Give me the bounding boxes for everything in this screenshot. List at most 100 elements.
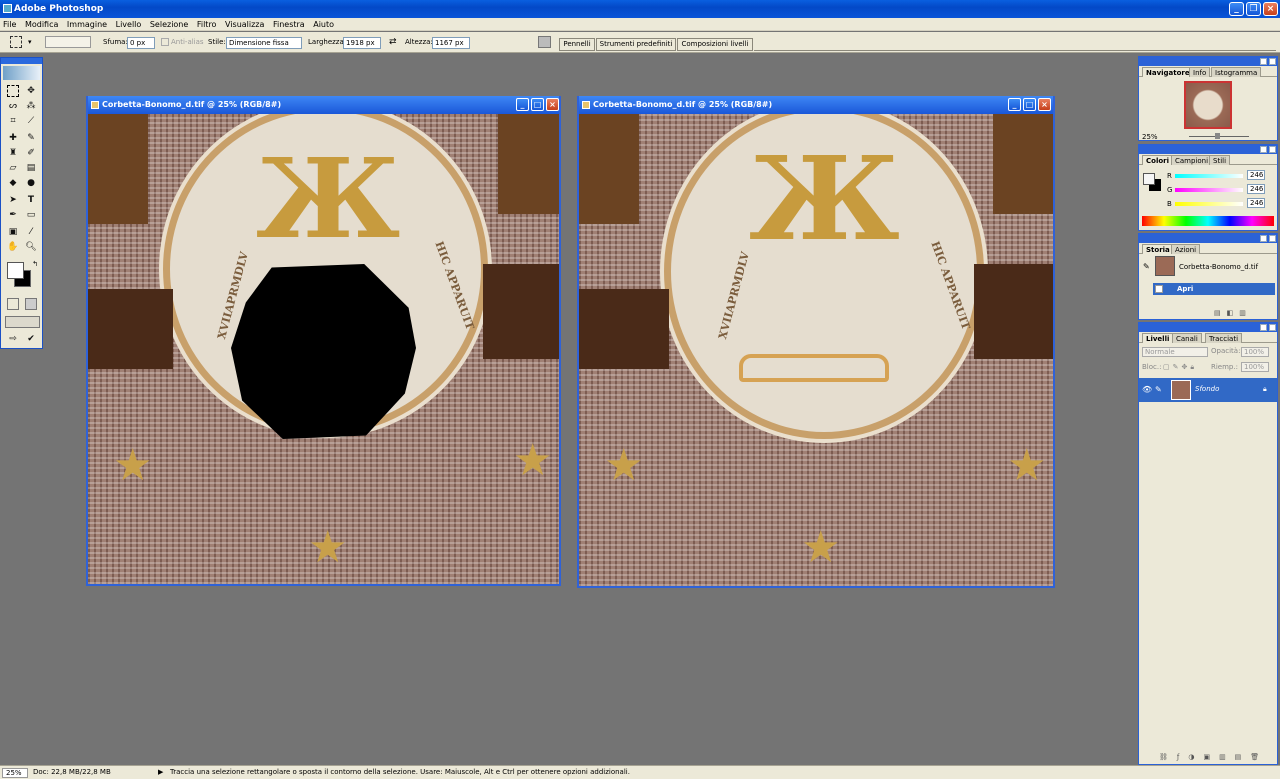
history-footer-icons[interactable]: ▤◧▥ [1214,309,1276,317]
doc-maximize-icon[interactable]: □ [1023,98,1036,111]
panel-minimize-icon[interactable] [1260,58,1267,65]
dodge-tool-icon[interactable]: ● [25,177,37,189]
tab-storia[interactable]: Storia [1142,244,1174,254]
clone-stamp-icon[interactable]: ♜ [7,147,19,159]
eraser-tool-icon[interactable]: ▱ [7,162,19,174]
swap-colors-icon[interactable]: ↰ [29,258,41,270]
menu-filtro[interactable]: Filtro [194,18,220,31]
panel-minimize-icon[interactable] [1260,235,1267,242]
pen-tool-icon[interactable]: ✒ [7,209,19,221]
eye-visibility-icon[interactable]: 👁︎ [1142,385,1152,394]
hand-tool-icon[interactable]: ✋ [7,241,19,253]
tab-tracciati[interactable]: Tracciati [1205,333,1243,343]
lasso-tool-icon[interactable]: ᔕ [7,100,19,112]
panel-close-icon[interactable] [1269,146,1276,153]
minimize-icon[interactable]: _ [1229,2,1244,16]
brush-tool-icon[interactable]: ✎ [25,132,37,144]
tab-livelli[interactable]: Livelli [1142,333,1174,343]
tab-azioni[interactable]: Azioni [1171,244,1201,254]
chevron-down-icon[interactable]: ▾ [28,32,32,53]
panel-title-bar[interactable] [1139,234,1277,243]
marquee-tool-icon[interactable] [7,85,19,97]
feather-input[interactable]: 0 px [127,37,155,49]
healing-brush-icon[interactable]: ✚ [7,132,19,144]
panel-close-icon[interactable] [1269,324,1276,331]
panel-minimize-icon[interactable] [1260,146,1267,153]
navigator-zoom[interactable]: 25% [1142,133,1158,141]
doc-close-icon[interactable]: × [1038,98,1051,111]
magic-wand-icon[interactable]: ⁂ [25,100,37,112]
shape-tool-icon[interactable]: ▭ [25,209,37,221]
history-snapshot-label[interactable]: Corbetta-Bonomo_d.tif [1179,263,1258,271]
tab-campioni[interactable]: Campioni [1171,155,1213,165]
menu-selezione[interactable]: Selezione [147,18,191,31]
status-menu-arrow-icon[interactable]: ▶ [158,766,163,779]
width-input[interactable]: 1918 px [343,37,381,49]
menu-livello[interactable]: Livello [113,18,145,31]
app-title-bar[interactable]: Adobe Photoshop [0,0,1280,18]
path-select-icon[interactable]: ➤ [7,194,19,206]
document-2-title-bar[interactable]: Corbetta-Bonomo_d.tif @ 25% (RGB/8#) _ □… [579,96,1053,114]
doc-close-icon[interactable]: × [546,98,559,111]
history-brush-source-icon[interactable]: ✎ [1143,262,1150,271]
toolbox-title-bar[interactable] [1,58,42,64]
brush-link-icon[interactable]: ✎ [1155,385,1162,394]
close-icon[interactable]: × [1263,2,1278,16]
doc-minimize-icon[interactable]: _ [516,98,529,111]
menu-file[interactable]: File [0,18,19,31]
restore-icon[interactable]: ❐ [1246,2,1261,16]
panel-title-bar[interactable] [1139,57,1277,66]
height-input[interactable]: 1167 px [432,37,470,49]
tab-colori[interactable]: Colori [1142,155,1174,165]
eyedropper-icon[interactable]: ⁄ [25,226,37,238]
menu-immagine[interactable]: Immagine [64,18,110,31]
screen-mode-icons[interactable] [5,316,40,328]
palette-well-icon[interactable] [538,36,551,48]
menu-finestra[interactable]: Finestra [270,18,308,31]
fill-input[interactable]: 100% [1241,362,1269,372]
quickmask-mode-icon[interactable] [25,298,37,310]
tab-pennelli[interactable]: Pennelli [559,38,595,51]
swap-arrows-icon[interactable]: ⇄ [389,32,397,53]
notes-tool-icon[interactable]: ▣ [7,226,19,238]
lock-icons[interactable]: ▢✎✥🔒︎ [1163,363,1197,372]
tab-info[interactable]: Info [1189,67,1211,77]
type-tool-icon[interactable]: T [25,194,37,206]
document-1-title-bar[interactable]: Corbetta-Bonomo_d.tif @ 25% (RGB/8#) _ □… [88,96,559,114]
panel-minimize-icon[interactable] [1260,324,1267,331]
channel-b-slider[interactable] [1175,202,1243,206]
panel-title-bar[interactable] [1139,323,1277,332]
tab-navigatore[interactable]: Navigatore [1142,67,1194,77]
move-tool-icon[interactable]: ✥ [25,85,37,97]
blend-mode-select[interactable]: Normale [1142,347,1208,357]
foreground-color-swatch[interactable] [7,262,24,279]
blur-tool-icon[interactable]: ◆ [7,177,19,189]
document-1-canvas[interactable]: Ж XVIIAPRMDLV HIC APPARUIT ★ ★ ★ [88,114,559,584]
navigator-thumbnail[interactable] [1184,81,1232,129]
rect-marquee-preset-icon[interactable] [10,36,22,48]
tab-stili[interactable]: Stili [1209,155,1231,165]
panel-close-icon[interactable] [1269,235,1276,242]
channel-r-value[interactable]: 246 [1247,170,1265,180]
opacity-input[interactable]: 100% [1241,347,1269,357]
status-zoom-field[interactable]: 25% [2,768,28,778]
fg-color-swatch[interactable] [1143,173,1155,185]
gradient-tool-icon[interactable]: ▤ [25,162,37,174]
document-2-canvas[interactable]: Ж XVIIAPRMDLV HIC APPARUIT ★ ★ ★ [579,114,1053,586]
menu-aiuto[interactable]: Aiuto [310,18,337,31]
panel-close-icon[interactable] [1269,58,1276,65]
doc-maximize-icon[interactable]: □ [531,98,544,111]
color-spectrum-bar[interactable] [1142,216,1274,226]
menu-visualizza[interactable]: Visualizza [222,18,267,31]
channel-r-slider[interactable] [1175,174,1243,178]
zoom-tool-icon[interactable]: 🔍︎ [25,241,37,253]
style-select[interactable]: Dimensione fissa [226,37,302,49]
menu-modifica[interactable]: Modifica [22,18,61,31]
panel-title-bar[interactable] [1139,145,1277,154]
tab-composizioni-livelli[interactable]: Composizioni livelli [677,38,753,51]
tab-strumenti-predefiniti[interactable]: Strumenti predefiniti [596,38,676,51]
history-step-open[interactable]: Apri [1153,283,1275,295]
doc-minimize-icon[interactable]: _ [1008,98,1021,111]
channel-b-value[interactable]: 246 [1247,198,1265,208]
jump-to-imageready-icon[interactable]: ⇨ [7,333,19,345]
